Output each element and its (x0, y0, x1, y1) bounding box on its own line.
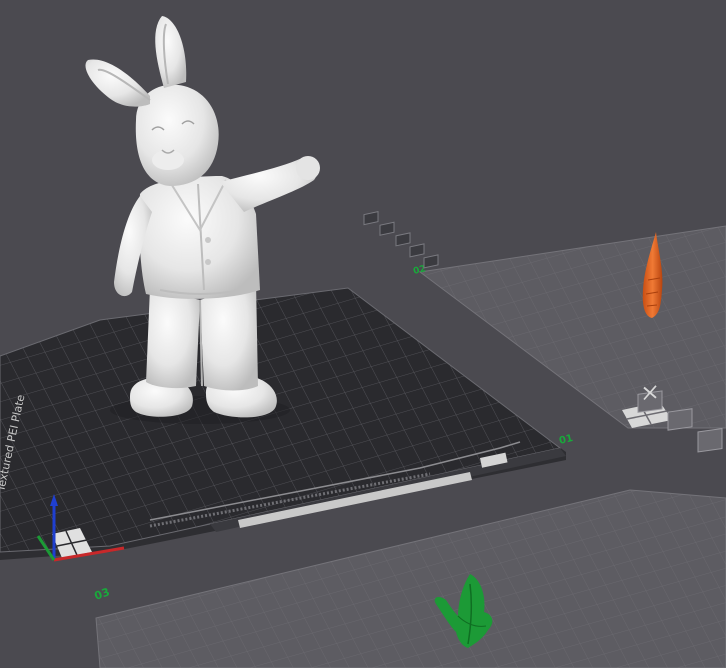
plate-settings-icon[interactable] (667, 408, 693, 431)
lock-icon[interactable] (409, 243, 425, 258)
plate-1-number: 01 (558, 433, 574, 447)
plate-1-toolbar (363, 211, 439, 269)
plate-settings-icon[interactable] (379, 221, 395, 236)
plate-3-number: 03 (93, 585, 112, 602)
3d-viewport[interactable]: 02 03 Textured PEI Plate 01 (0, 0, 726, 668)
arrange-icon[interactable] (395, 232, 411, 247)
build-plate-scene[interactable]: 02 03 Textured PEI Plate 01 (0, 0, 726, 668)
orient-icon[interactable] (423, 254, 439, 269)
arrange-icon[interactable] (697, 427, 723, 453)
remove-plate-icon[interactable] (363, 211, 379, 226)
